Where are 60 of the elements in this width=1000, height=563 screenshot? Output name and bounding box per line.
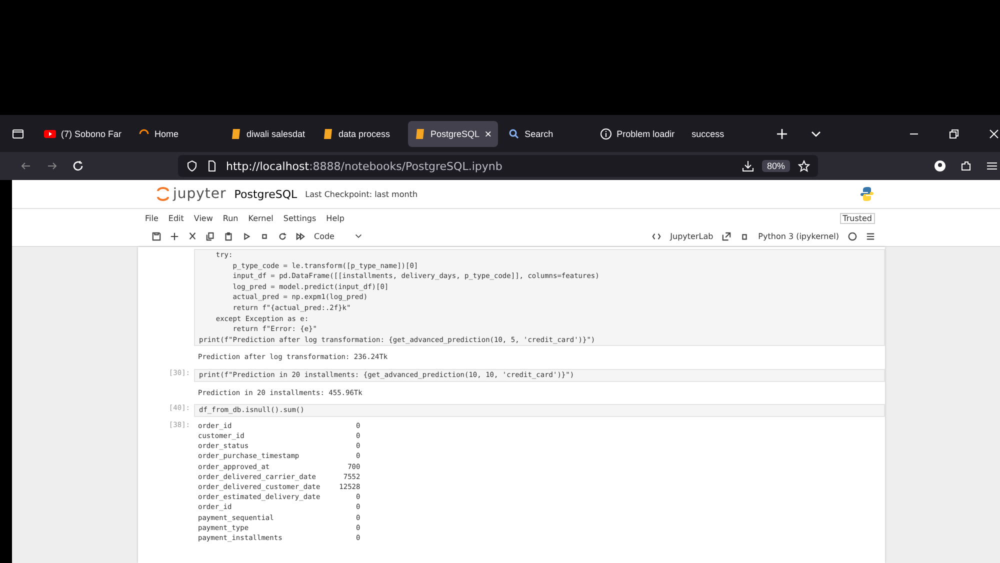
info-icon bbox=[600, 128, 612, 140]
kernel-status-icon[interactable] bbox=[848, 232, 857, 241]
browser-tab[interactable]: diwali salesdat bbox=[224, 120, 312, 146]
extensions-icon[interactable] bbox=[960, 160, 972, 172]
menu-item[interactable]: View bbox=[194, 214, 213, 222]
browser-tab[interactable]: Search bbox=[502, 120, 590, 146]
menu-item[interactable]: Edit bbox=[168, 214, 184, 222]
notebook-icon bbox=[230, 128, 242, 140]
account-icon[interactable] bbox=[934, 160, 946, 172]
browser-tab[interactable]: Problem loadir bbox=[594, 120, 682, 146]
menu-item[interactable]: Settings bbox=[283, 214, 316, 222]
notebook-icon bbox=[414, 128, 426, 140]
run-icon[interactable] bbox=[242, 232, 251, 241]
restart-icon[interactable] bbox=[278, 232, 287, 241]
notebook-title[interactable]: PostgreSQL bbox=[234, 188, 298, 200]
menu-item[interactable]: Help bbox=[326, 214, 344, 222]
caret-icon bbox=[354, 232, 364, 241]
zoom-level-button[interactable]: 80% bbox=[762, 160, 790, 172]
notebook-icon bbox=[322, 128, 334, 140]
restore-icon[interactable] bbox=[948, 128, 960, 140]
code-icon[interactable] bbox=[652, 232, 662, 241]
video-icon bbox=[44, 128, 56, 140]
jupyter-logo[interactable]: jupyter bbox=[157, 186, 226, 202]
browser-tab[interactable]: (7) Sobono Far bbox=[38, 120, 128, 146]
jupyterlab-link[interactable]: JupyterLab bbox=[670, 232, 714, 241]
search-icon bbox=[508, 128, 520, 140]
browser-tab[interactable]: Home bbox=[132, 120, 220, 146]
external-link-icon[interactable] bbox=[722, 232, 732, 241]
menu-icon[interactable] bbox=[986, 160, 998, 172]
browser-tab[interactable]: data process bbox=[316, 120, 404, 146]
reload-icon[interactable] bbox=[72, 160, 84, 172]
cut-icon[interactable] bbox=[188, 232, 197, 241]
tab-list-icon[interactable] bbox=[12, 128, 24, 140]
add-icon[interactable] bbox=[170, 232, 179, 241]
stop-icon[interactable] bbox=[260, 232, 269, 241]
close-tab-icon[interactable]: × bbox=[484, 126, 492, 140]
cell-type-dropdown[interactable]: Code bbox=[314, 232, 364, 241]
kernel-name[interactable]: Python 3 (ipykernel) bbox=[758, 232, 839, 241]
fast-forward-icon[interactable] bbox=[296, 232, 305, 241]
checkpoint-text: Last Checkpoint: last month bbox=[305, 190, 418, 198]
menu-item[interactable]: File bbox=[145, 214, 158, 222]
download-icon[interactable] bbox=[742, 160, 754, 172]
page-icon bbox=[206, 160, 218, 172]
back-icon[interactable] bbox=[20, 160, 32, 172]
python-logo-icon bbox=[859, 186, 875, 202]
menu-item[interactable]: Kernel bbox=[248, 214, 274, 222]
save-icon[interactable] bbox=[152, 232, 161, 241]
menu-icon[interactable] bbox=[866, 232, 875, 241]
paste-icon[interactable] bbox=[224, 232, 233, 241]
menu-item[interactable]: Run bbox=[222, 214, 238, 222]
browser-tab[interactable]: PostgreSQL × bbox=[408, 120, 498, 146]
trusted-badge: Trusted bbox=[840, 212, 875, 224]
forward-icon[interactable] bbox=[46, 160, 58, 172]
browser-tab[interactable]: success bbox=[686, 120, 756, 146]
shield-icon bbox=[186, 160, 198, 172]
new-tab-icon[interactable] bbox=[776, 128, 788, 140]
copy-icon[interactable] bbox=[206, 232, 215, 241]
star-icon[interactable] bbox=[798, 160, 810, 172]
address-bar[interactable]: http://localhost:8888/notebooks/PostgreSQL.ipynb 80% bbox=[178, 155, 818, 177]
close-icon[interactable] bbox=[988, 128, 1000, 140]
